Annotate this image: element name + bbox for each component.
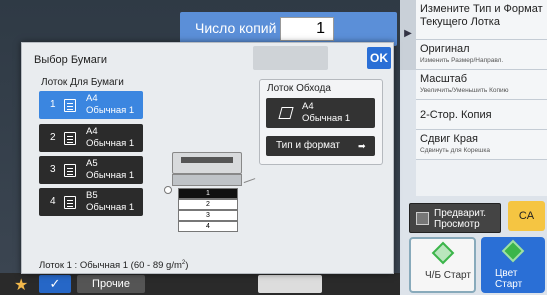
clear-all-button[interactable]: CA [508, 201, 545, 231]
other-button[interactable]: Прочие [77, 275, 145, 293]
tray-size: A4 [86, 126, 98, 137]
tray-type: Обычная 1 [86, 202, 135, 213]
rc-item-subtitle: Сдвинуть для Корешка [420, 147, 490, 154]
preview-icon [416, 212, 429, 225]
rc-item-title: Сдвиг Края [420, 133, 479, 145]
bypass-type: Обычная 1 [302, 113, 351, 124]
printer-drawer: 2 [178, 199, 238, 210]
printer-top [172, 152, 242, 174]
paper-tray-icon [64, 196, 76, 209]
start-diamond-icon [431, 241, 455, 265]
disabled-button [253, 46, 328, 70]
tray-number: 3 [50, 164, 56, 175]
tray-number: 1 [50, 99, 56, 110]
tray-type: Обычная 1 [86, 170, 135, 181]
dialog-title: Выбор Бумаги [34, 54, 108, 66]
printer-body [172, 174, 242, 186]
selected-tray-info: Лоток 1 : Обычная 1 (60 - 89 g/m2) [39, 260, 188, 271]
start-diamond-icon [501, 239, 525, 263]
tray-type: Обычная 1 [86, 138, 135, 149]
rc-item-title: Масштаб [420, 73, 468, 85]
tray-size: A5 [86, 158, 98, 169]
bw-start-label: Ч/Б Старт [425, 270, 471, 281]
rc-item-subtitle: Изменить Размер/Направл. [420, 57, 504, 64]
copies-input[interactable]: 1 [280, 17, 334, 41]
ok-button[interactable]: OK [367, 47, 391, 69]
tray-number: 4 [50, 196, 56, 207]
arrow-right-icon: ➡ [358, 141, 366, 151]
paper-tray-icon [64, 132, 76, 145]
margin-shift-item[interactable]: Сдвиг Края Сдвинуть для Корешка [416, 130, 547, 160]
color-start-button[interactable]: Цвет Старт [481, 237, 545, 293]
printer-drawer: 4 [178, 221, 238, 232]
type-format-label: Тип и формат [276, 140, 340, 151]
copies-label: Число копий [195, 20, 277, 36]
change-tray-settings-item[interactable]: Измените Тип и Формат Текущего Лотка [416, 0, 547, 40]
footer-info-text: Лоток 1 : Обычная 1 (60 - 89 g/m [39, 260, 182, 272]
star-icon[interactable]: ★ [14, 275, 28, 295]
bypass-label: Лоток Обхода [267, 83, 331, 94]
trays-label: Лоток Для Бумаги [41, 77, 124, 88]
bw-start-button[interactable]: Ч/Б Старт [409, 237, 476, 293]
rc-item-title: Измените Тип и Формат Текущего Лотка [420, 3, 543, 28]
right-panel-empty-slot [416, 160, 547, 196]
printer-drawer: 3 [178, 210, 238, 221]
type-format-button[interactable]: Тип и формат ➡ [266, 136, 375, 156]
tray-1-button[interactable]: 1 A4 Обычная 1 [39, 91, 143, 119]
bypass-tray-icon [278, 107, 294, 119]
paper-tray-icon [64, 99, 76, 112]
bypass-tray-button[interactable]: A4 Обычная 1 [266, 98, 375, 128]
rc-item-title: 2-Стор. Копия [420, 109, 492, 121]
tray-size: A4 [86, 93, 98, 104]
tray-2-button[interactable]: 2 A4 Обычная 1 [39, 124, 143, 152]
collapse-arrow-icon[interactable]: ▶ [400, 0, 416, 70]
scale-item[interactable]: Масштаб Увеличить/Уменьшить Копию [416, 70, 547, 100]
preview-label: Предварит. Просмотр [434, 208, 487, 230]
rc-item-subtitle: Увеличить/Уменьшить Копию [420, 87, 509, 94]
tray-size: B5 [86, 190, 98, 201]
printer-illustration: 1 2 3 4 [172, 152, 242, 242]
rc-item-title: Оригинал [420, 43, 470, 55]
preview-button[interactable]: Предварит. Просмотр [409, 203, 501, 233]
tray-4-button[interactable]: 4 B5 Обычная 1 [39, 188, 143, 216]
tray-type: Обычная 1 [86, 105, 135, 116]
footer-info-end: ) [185, 260, 189, 272]
printer-drawer: 1 [178, 188, 238, 199]
tray-number: 2 [50, 132, 56, 143]
bottom-strip-button[interactable] [258, 275, 322, 293]
bypass-size: A4 [302, 101, 314, 112]
paper-tray-icon [64, 164, 76, 177]
bypass-feed-icon [164, 186, 172, 194]
duplex-copy-item[interactable]: 2-Стор. Копия [416, 100, 547, 130]
color-start-label: Цвет Старт [495, 268, 523, 290]
tray-3-button[interactable]: 3 A5 Обычная 1 [39, 156, 143, 184]
check-button[interactable]: ✓ [39, 275, 71, 293]
check-icon: ✓ [49, 276, 61, 291]
original-item[interactable]: Оригинал Изменить Размер/Направл. [416, 40, 547, 70]
